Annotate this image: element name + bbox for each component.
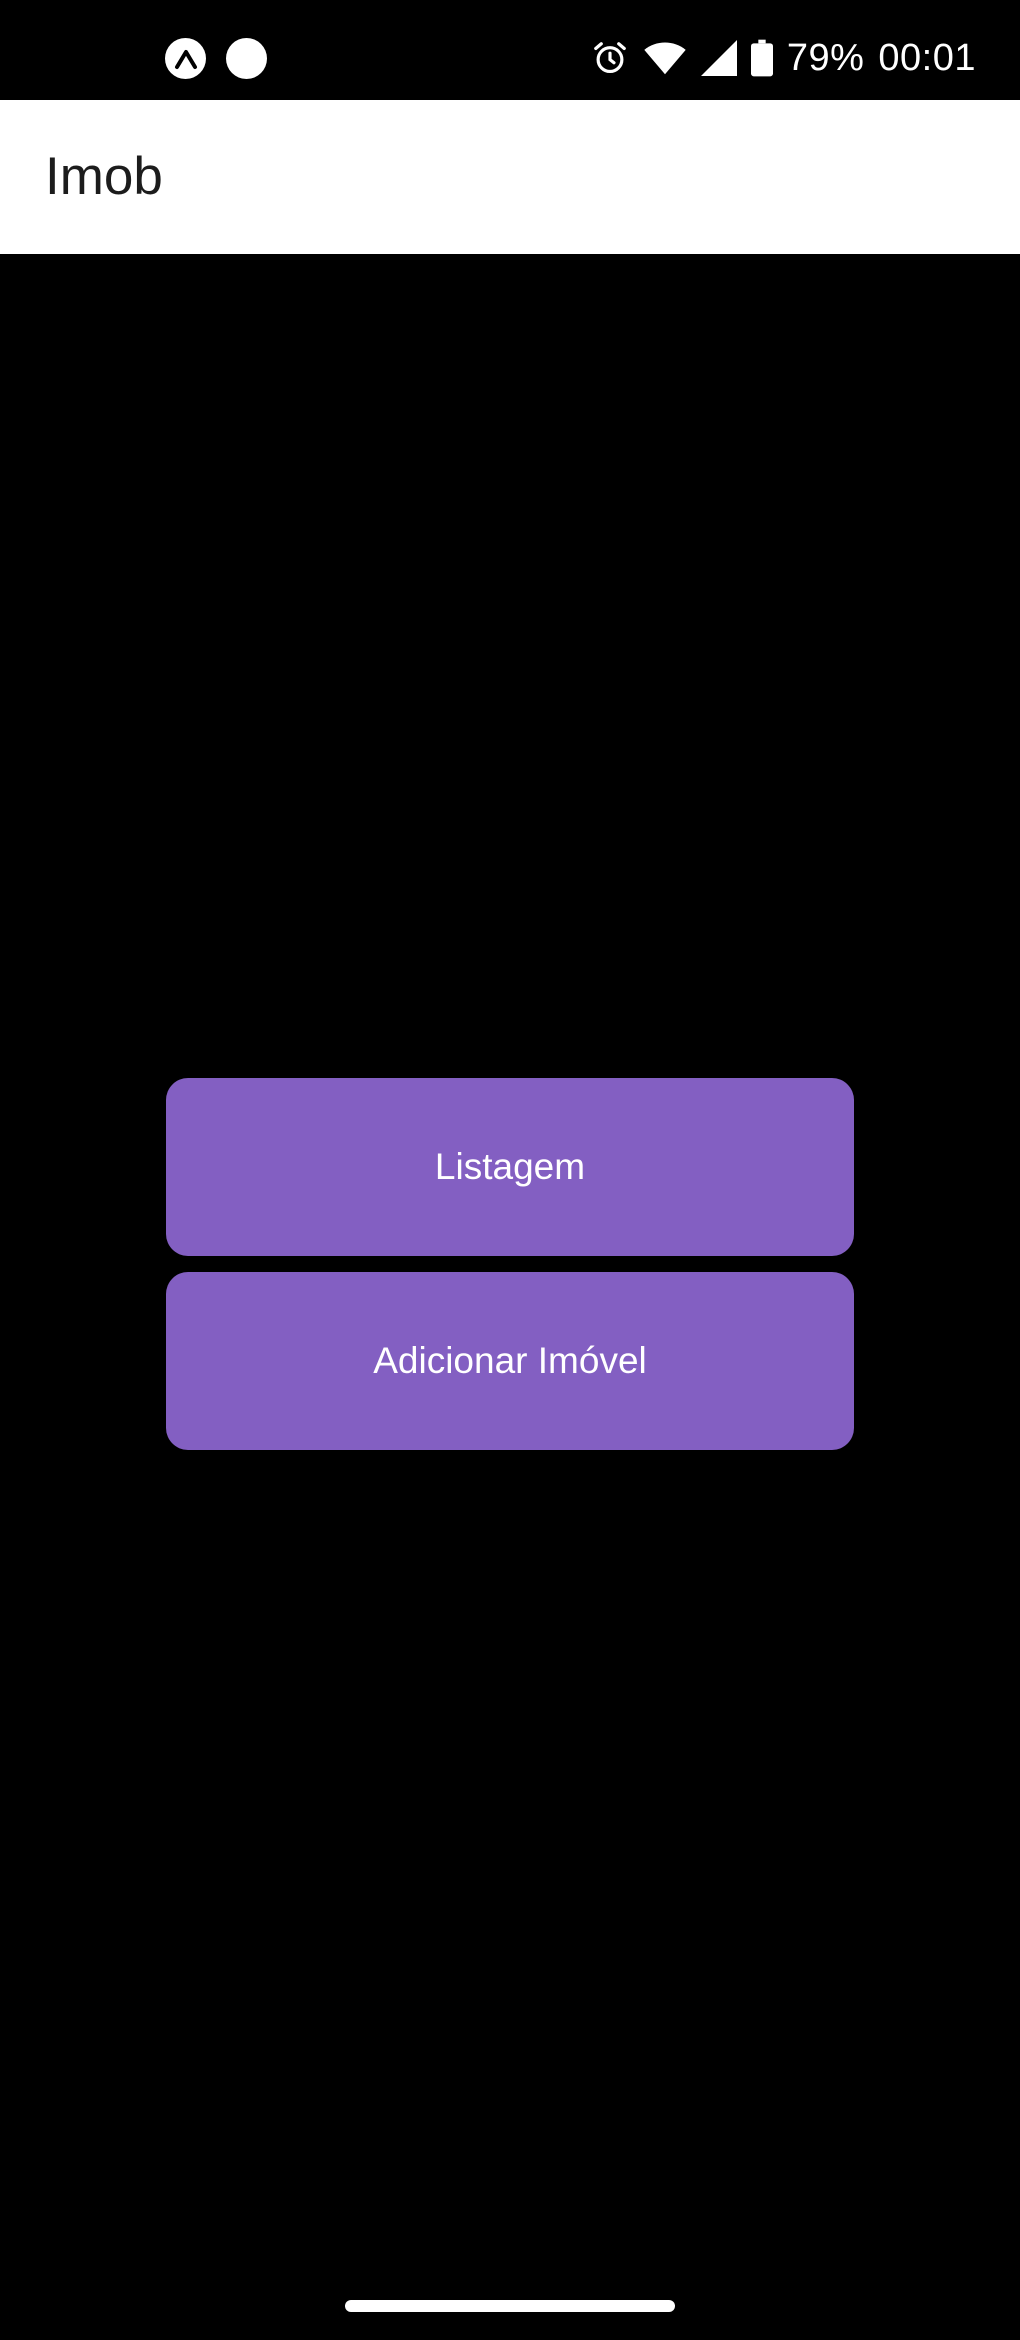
- status-bar-right: 79% 00:01: [591, 30, 976, 86]
- battery-icon: [750, 39, 773, 77]
- signal-icon: [700, 40, 737, 76]
- home-indicator[interactable]: [345, 2300, 675, 2312]
- screen: 79% 00:01 Imob Listagem Adicionar Imóvel: [0, 0, 1020, 2340]
- wifi-icon: [643, 40, 687, 76]
- page-title: Imob: [45, 147, 163, 206]
- status-bar: 79% 00:01: [0, 0, 1020, 100]
- status-bar-left: [165, 38, 267, 79]
- listagem-button[interactable]: Listagem: [166, 1078, 854, 1256]
- battery-percent: 79%: [786, 37, 865, 79]
- alarm-icon: [591, 39, 629, 77]
- app-bar: Imob: [0, 100, 1020, 254]
- circle-notification-icon: [226, 38, 267, 79]
- add-property-button[interactable]: Adicionar Imóvel: [166, 1272, 854, 1450]
- expo-notification-icon: [165, 38, 206, 79]
- clock: 00:01: [878, 37, 976, 79]
